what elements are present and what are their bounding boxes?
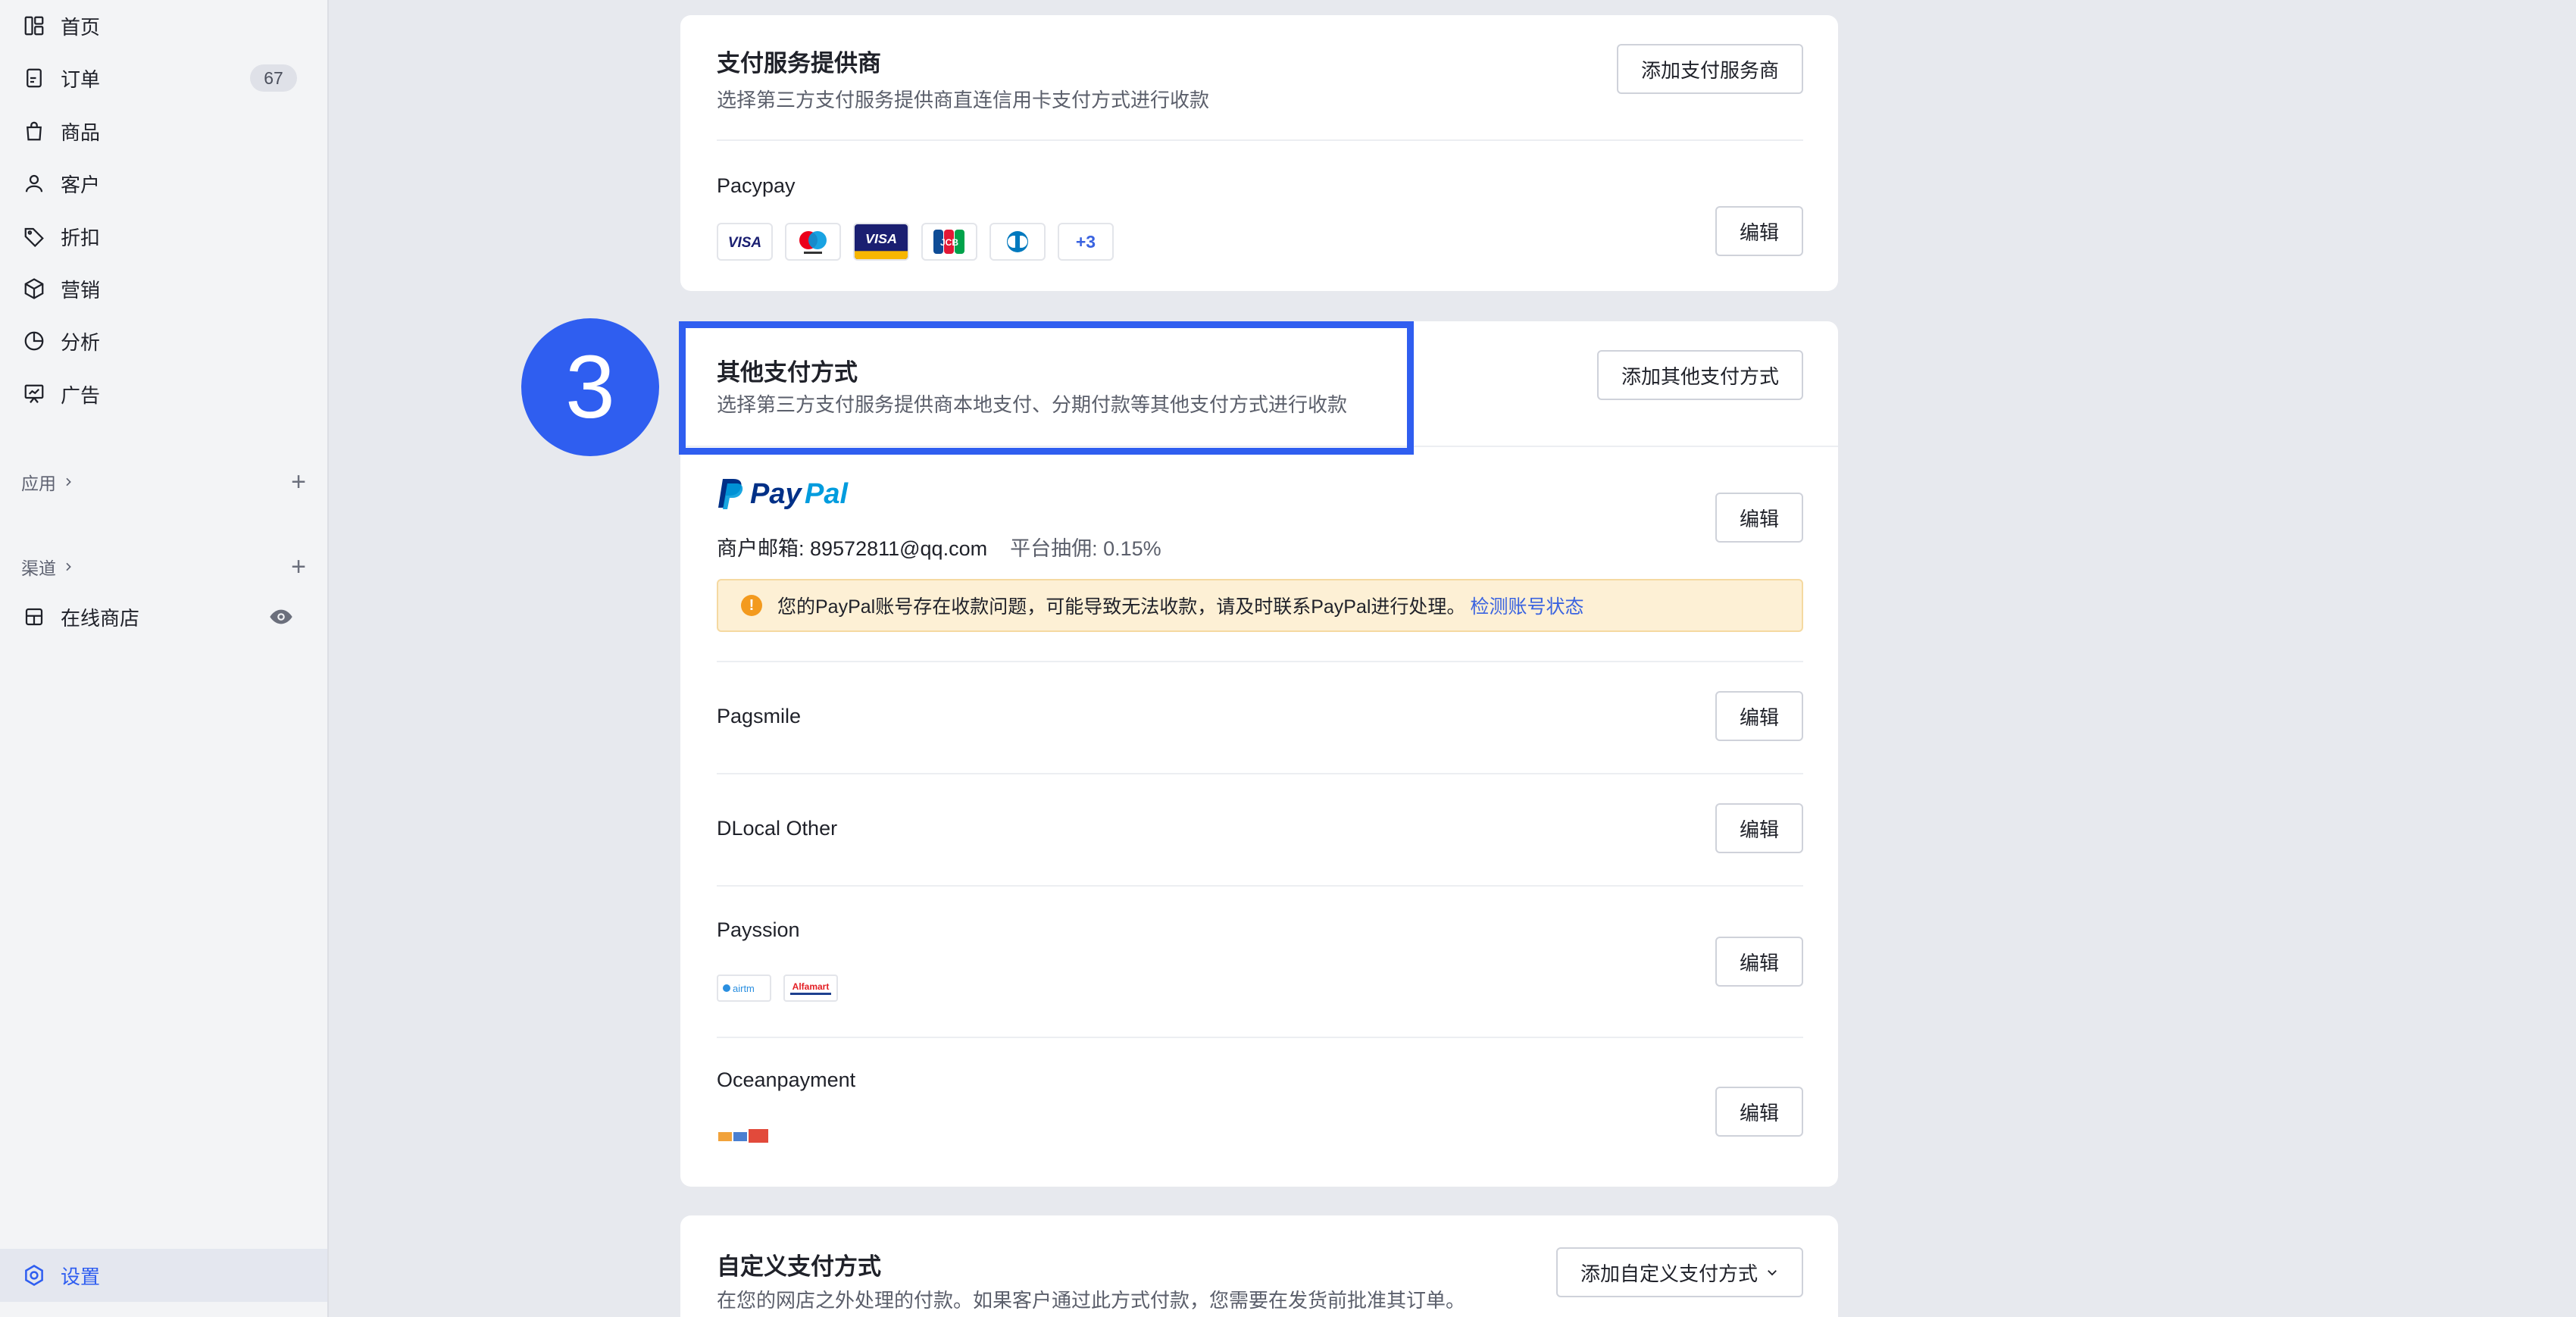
- add-app-plus-icon[interactable]: +: [291, 469, 306, 495]
- dashboard-icon: [21, 13, 47, 39]
- card-title: 支付服务提供商: [717, 50, 881, 77]
- svg-text:Pal: Pal: [805, 478, 849, 510]
- sidebar-item-analytics[interactable]: 分析: [0, 317, 327, 365]
- sidebar-item-label: 广告: [61, 383, 101, 407]
- chevron-down-icon: [1765, 1265, 1779, 1279]
- visa-logo-icon: VISA: [717, 223, 773, 261]
- edit-pacypay-button[interactable]: 编辑: [1715, 206, 1803, 256]
- add-payment-provider-button[interactable]: 添加支付服务商: [1616, 44, 1803, 94]
- divider: [717, 1037, 1803, 1038]
- pie-icon: [21, 328, 47, 354]
- payssion-method-logos: airtm Alfamart: [717, 974, 838, 1002]
- cube-icon: [21, 276, 47, 302]
- sidebar-item-home[interactable]: 首页: [0, 2, 327, 50]
- tag-icon: [21, 224, 47, 249]
- divider: [717, 661, 1803, 662]
- paypal-warning-banner: ! 您的PayPal账号存在收款问题，可能导致无法收款，请及时联系PayPal进…: [717, 579, 1803, 632]
- maestro-logo-icon: [785, 223, 841, 261]
- add-other-payment-method-button[interactable]: 添加其他支付方式: [1596, 350, 1803, 400]
- apps-section-header[interactable]: 应用 +: [21, 467, 306, 497]
- step-highlight-box: [679, 321, 1414, 455]
- sidebar-item-label: 客户: [61, 173, 101, 196]
- paypal-logo: Pay Pal: [717, 476, 868, 512]
- sidebar-item-label: 订单: [61, 67, 101, 91]
- divider: [717, 139, 1803, 141]
- provider-name: Pacypay: [717, 174, 796, 197]
- sidebar-item-settings[interactable]: 设置: [0, 1249, 327, 1302]
- sidebar-item-orders[interactable]: 订单 67: [0, 54, 327, 102]
- edit-dlocal-other-button[interactable]: 编辑: [1715, 803, 1803, 853]
- chevron-right-icon: [62, 472, 74, 493]
- jcb-logo-icon: JCB: [921, 223, 977, 261]
- sidebar-item-label: 设置: [61, 1265, 101, 1288]
- sidebar-item-discounts[interactable]: 折扣: [0, 212, 327, 261]
- add-custom-payment-method-dropdown[interactable]: 添加自定义支付方式: [1555, 1247, 1803, 1297]
- merchant-email: 商户邮箱: 89572811@qq.com: [717, 537, 988, 560]
- sidebar: 首页 订单 67 商品 客户 折扣 营销 分析 广告 应用 + 渠道 + 在线商…: [0, 0, 329, 1317]
- payment-providers-card: 支付服务提供商 选择第三方支付服务提供商直连信用卡支付方式进行收款 添加支付服务…: [680, 15, 1838, 291]
- apps-section-label: 应用: [21, 474, 56, 493]
- add-channel-plus-icon[interactable]: +: [291, 554, 306, 580]
- sidebar-item-label: 营销: [61, 278, 101, 302]
- divider: [717, 885, 1803, 887]
- diners-club-logo-icon: [989, 223, 1046, 261]
- payment-method-name: Oceanpayment: [717, 1068, 856, 1091]
- card-title: 自定义支付方式: [717, 1253, 881, 1280]
- sidebar-item-label: 分析: [61, 330, 101, 354]
- card-brand-logos: VISA VISA JCB +3: [717, 223, 1114, 261]
- edit-oceanpayment-button[interactable]: 编辑: [1715, 1087, 1803, 1137]
- warning-text: 您的PayPal账号存在收款问题，可能导致无法收款，请及时联系PayPal进行处…: [777, 596, 1466, 618]
- user-icon: [21, 170, 47, 196]
- svg-text:Alfamart: Alfamart: [792, 981, 830, 992]
- card-description: 选择第三方支付服务提供商直连信用卡支付方式进行收款: [717, 89, 1210, 111]
- store-icon: [21, 604, 47, 630]
- sidebar-item-label: 在线商店: [61, 606, 140, 630]
- payment-method-name: Payssion: [717, 918, 800, 941]
- sidebar-item-label: 商品: [61, 120, 101, 144]
- sidebar-item-customers[interactable]: 客户: [0, 159, 327, 208]
- edit-pagsmile-button[interactable]: 编辑: [1715, 691, 1803, 741]
- svg-text:Pay: Pay: [750, 478, 802, 510]
- custom-payment-methods-card: 自定义支付方式 在您的网店之外处理的付款。如果客户通过此方式付款，您需要在发货前…: [680, 1215, 1838, 1317]
- step-number-badge: 3: [521, 318, 659, 456]
- payment-method-name: DLocal Other: [717, 817, 838, 840]
- visa-electron-logo-icon: VISA: [853, 223, 909, 261]
- svg-text:VISA: VISA: [865, 231, 897, 246]
- dropdown-label: 添加自定义支付方式: [1580, 1262, 1758, 1285]
- card-description: 在您的网店之外处理的付款。如果客户通过此方式付款，您需要在发货前批准其订单。: [717, 1289, 1466, 1312]
- airtm-logo-icon: airtm: [717, 974, 771, 1002]
- alfamart-logo-icon: Alfamart: [783, 974, 838, 1002]
- bag-icon: [21, 118, 47, 144]
- sidebar-item-ads[interactable]: 广告: [0, 370, 327, 418]
- svg-text:VISA: VISA: [728, 235, 761, 251]
- eye-icon[interactable]: [268, 605, 294, 629]
- paypal-merchant-info: 商户邮箱: 89572811@qq.com 平台抽佣: 0.15%: [717, 532, 1161, 562]
- svg-text:airtm: airtm: [733, 983, 755, 994]
- board-icon: [21, 381, 47, 407]
- sidebar-item-label: 折扣: [61, 226, 101, 249]
- platform-fee: 平台抽佣: 0.15%: [1010, 537, 1161, 560]
- divider: [717, 773, 1803, 774]
- chevron-right-icon: [62, 557, 74, 577]
- svg-text:JCB: JCB: [940, 237, 958, 248]
- payment-method-name: Pagsmile: [717, 705, 802, 727]
- order-count-badge: 67: [250, 64, 297, 92]
- edit-payssion-button[interactable]: 编辑: [1715, 937, 1803, 987]
- oceanpayment-method-logo-icon: [717, 1126, 771, 1146]
- order-icon: [21, 65, 47, 91]
- warning-icon: !: [741, 595, 762, 616]
- channels-section-header[interactable]: 渠道 +: [21, 552, 306, 582]
- sidebar-item-products[interactable]: 商品: [0, 107, 327, 155]
- edit-paypal-button[interactable]: 编辑: [1715, 493, 1803, 543]
- sidebar-item-label: 首页: [61, 15, 101, 39]
- oceanpayment-method-logos: [717, 1126, 771, 1146]
- sidebar-item-online-store[interactable]: 在线商店: [0, 593, 327, 641]
- more-cards-badge[interactable]: +3: [1058, 223, 1114, 261]
- channels-section-label: 渠道: [21, 558, 56, 578]
- settings-hex-icon: [21, 1262, 47, 1288]
- sidebar-item-marketing[interactable]: 营销: [0, 264, 327, 313]
- check-account-status-link[interactable]: 检测账号状态: [1470, 592, 1583, 619]
